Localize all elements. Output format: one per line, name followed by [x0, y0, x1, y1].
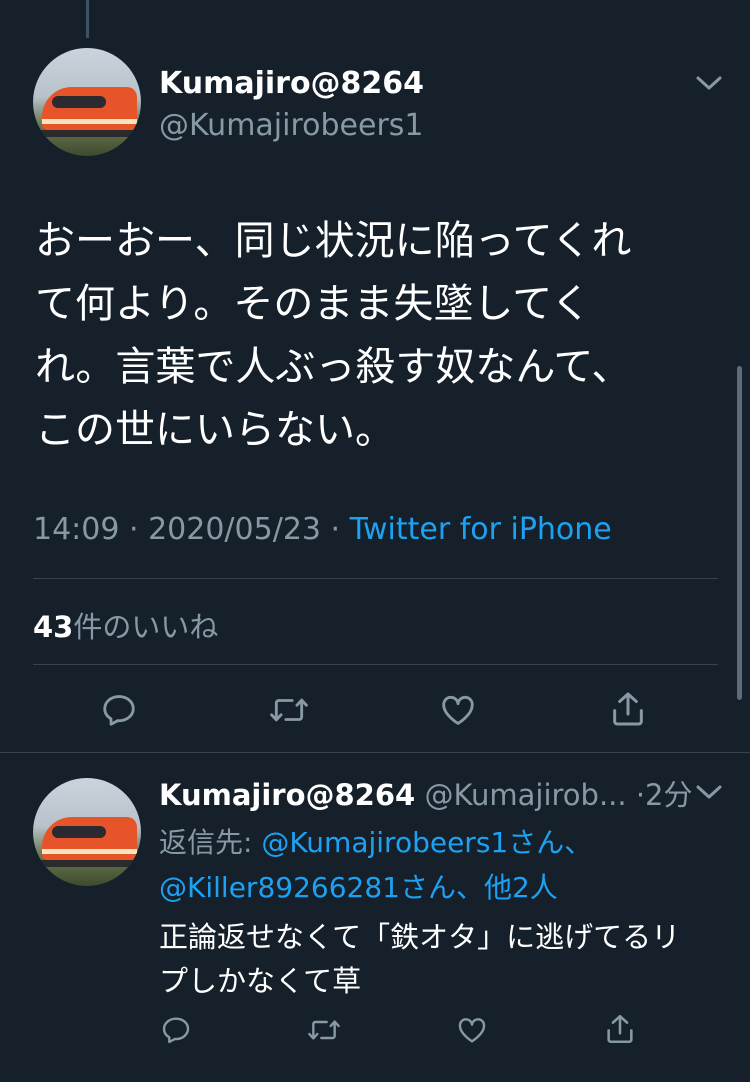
retweet-icon[interactable] — [306, 1014, 342, 1046]
tweet-text-line: プしかなくて草 — [159, 964, 362, 998]
likes-label: 件のいいね — [73, 610, 219, 644]
reply-text: 正論返せなくて「鉄オタ」に逃げてるリ プしかなくて草 — [159, 915, 680, 1003]
display-name[interactable]: Kumajiro@8264 — [159, 66, 424, 101]
retweet-icon[interactable]: ⌒ — [318, 0, 348, 8]
tweet-text-line: 正論返せなくて「鉄オタ」に逃げてるリ — [159, 920, 681, 954]
tweet-time: 14:09 — [33, 512, 120, 547]
tweet-separator — [0, 752, 750, 753]
chevron-down-icon[interactable] — [694, 70, 724, 100]
divider — [33, 664, 718, 665]
tweet-text-line: おーおー、同じ状況に陥ってくれ — [35, 218, 632, 264]
reply-to-label: 返信先: — [159, 826, 262, 859]
mention-link[interactable]: @Kumajirobeers1 — [261, 826, 508, 859]
tweet-text-line: れ。言葉で人ぶっ殺す奴なんて、 — [35, 344, 632, 390]
tweet-text-line: て何より。そのまま失墜してく — [35, 281, 591, 327]
avatar[interactable] — [33, 48, 141, 156]
scrollbar[interactable] — [737, 366, 742, 700]
previous-tweet-actions: ⌒ ⌒ ⌒ ▭ — [0, 0, 750, 8]
tweet-date: 2020/05/23 — [148, 512, 321, 547]
heart-icon[interactable] — [438, 691, 478, 729]
display-name[interactable]: Kumajiro@8264 — [159, 778, 415, 812]
likes-number: 43 — [33, 610, 74, 644]
likes-count[interactable]: 43件のいいね — [33, 604, 218, 646]
user-handle[interactable]: @Kumajirob... — [424, 778, 626, 812]
tweet-text: おーおー、同じ状況に陥ってくれ て何より。そのまま失墜してく れ。言葉で人ぶっ殺… — [35, 210, 631, 462]
reply-icon[interactable] — [100, 691, 138, 729]
share-icon[interactable] — [608, 689, 648, 729]
tweet-time-ago: ·2分 — [635, 778, 693, 812]
heart-icon[interactable] — [455, 1014, 489, 1046]
avatar[interactable] — [33, 778, 141, 886]
reply-icon[interactable] — [160, 1014, 192, 1046]
tweet-source-link[interactable]: Twitter for iPhone — [350, 512, 612, 547]
retweet-icon[interactable] — [268, 691, 310, 729]
tweet-metadata: 14:09 · 2020/05/23 · Twitter for iPhone — [33, 512, 612, 547]
chevron-down-icon[interactable] — [694, 780, 724, 808]
tweet-text-line: この世にいらない。 — [35, 407, 395, 453]
mention-link[interactable]: @Killer89266281 — [159, 871, 400, 904]
share-icon[interactable]: ▭ — [606, 0, 636, 8]
heart-icon[interactable]: ⌒ — [458, 0, 488, 8]
reply-header: Kumajiro@8264 @Kumajirob... ·2分 — [159, 772, 693, 814]
share-icon[interactable] — [603, 1012, 637, 1046]
user-handle[interactable]: @Kumajirobeers1 — [159, 108, 424, 143]
divider — [33, 578, 718, 579]
reply-context: 返信先: @Kumajirobeers1さん、 @Killer89266281さ… — [159, 826, 593, 904]
reply-icon[interactable]: ⌒ — [160, 0, 190, 8]
